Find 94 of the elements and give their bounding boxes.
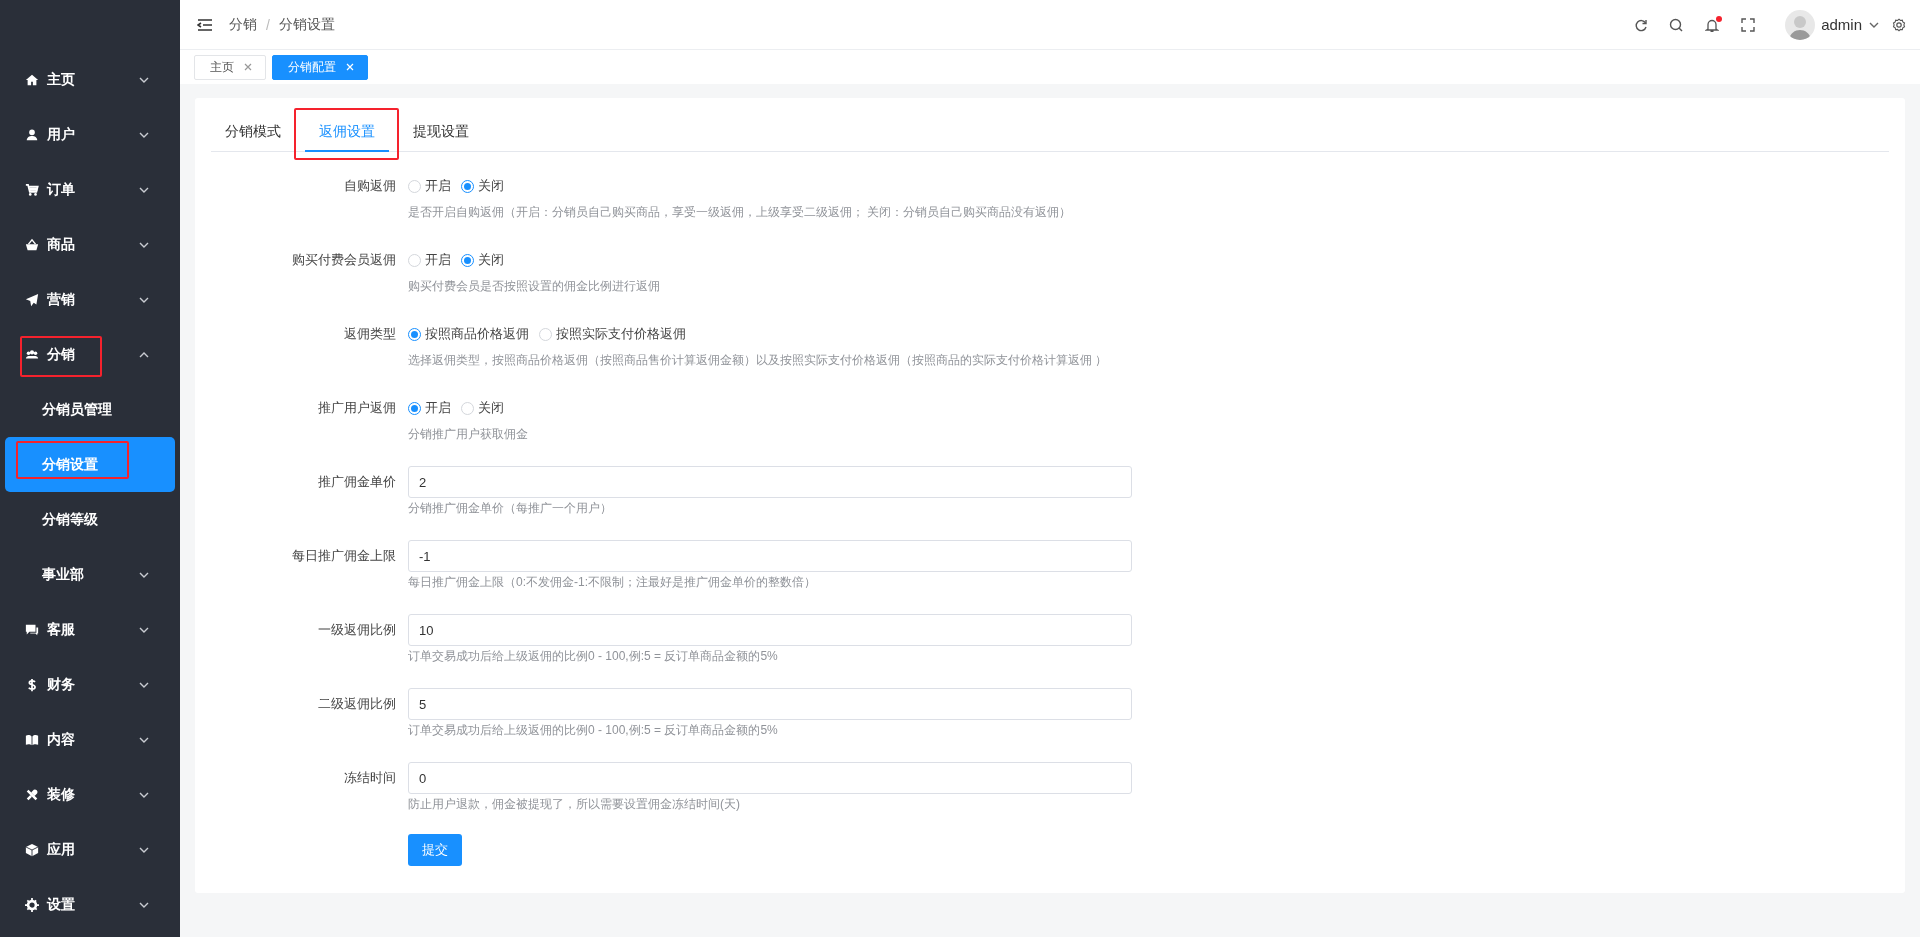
user-icon xyxy=(25,127,39,142)
input-field[interactable]: 0 xyxy=(408,762,1132,794)
help-text: 防止用户退款，佣金被提现了，所以需要设置佣金冻结时间(天) xyxy=(408,796,741,813)
help-text: 每日推广佣金上限（0:不发佣金-1:不限制；注最好是推广佣金单价的整数倍） xyxy=(408,574,817,591)
menu-label: 分销设置 xyxy=(42,455,99,474)
menu-item[interactable]: 分销等级 xyxy=(5,492,175,547)
option-label[interactable]: 关闭 xyxy=(478,177,504,195)
input-field[interactable]: 5 xyxy=(408,688,1132,720)
help-text: 选择返佣类型，按照商品价格返佣（按照商品售价计算返佣金额）以及按照实际支付价格返佣（按照商品的实际支付价格计算返佣 ） xyxy=(408,352,1109,369)
gear-icon xyxy=(25,897,39,912)
page-tab[interactable]: 主页 xyxy=(194,54,266,80)
input-field[interactable]: 2 xyxy=(408,466,1132,498)
field-label: 二级返佣比例 xyxy=(317,695,396,713)
help-text: 订单交易成功后给上级返佣的比例0 - 100,例:5 = 反订单商品金额的5% xyxy=(408,648,779,665)
settings-icon[interactable] xyxy=(1892,17,1906,32)
help-text: 订单交易成功后给上级返佣的比例0 - 100,例:5 = 反订单商品金额的5% xyxy=(408,722,779,739)
menu-label: 商品 xyxy=(47,235,76,254)
menu-fold-icon[interactable] xyxy=(197,16,213,33)
radio-option[interactable]: 关闭 xyxy=(461,399,504,417)
radio-option[interactable]: 开启 xyxy=(408,177,451,195)
tab[interactable]: 提现设置 xyxy=(399,114,483,152)
option-label[interactable]: 关闭 xyxy=(478,251,504,269)
menu-label: 装修 xyxy=(47,785,76,804)
menu-item[interactable]: 客服 xyxy=(5,602,175,657)
breadcrumb-separator: / xyxy=(266,16,270,33)
paper-plane-icon xyxy=(25,292,39,307)
menu-label: 应用 xyxy=(47,840,76,859)
menu-item[interactable]: 营销 xyxy=(5,272,175,327)
chat-icon xyxy=(25,622,39,637)
close-icon[interactable] xyxy=(243,62,253,72)
bell-icon xyxy=(1705,17,1720,32)
field-label: 每日推广佣金上限 xyxy=(291,547,396,565)
refresh-icon[interactable] xyxy=(1633,17,1648,32)
fullscreen-icon[interactable] xyxy=(1741,17,1756,32)
search-icon[interactable] xyxy=(1669,17,1684,32)
menu-label: 主页 xyxy=(47,70,76,89)
menu-label: 客服 xyxy=(47,620,76,639)
menu-label: 订单 xyxy=(47,180,76,199)
menu-item[interactable]: 内容 xyxy=(5,712,175,767)
radio-option[interactable]: 开启 xyxy=(408,251,451,269)
menu-item[interactable]: 装修 xyxy=(5,767,175,822)
menu-label: 事业部 xyxy=(42,565,85,584)
menu-label: 用户 xyxy=(47,125,76,144)
input-field[interactable]: 10 xyxy=(408,614,1132,646)
menu-item[interactable]: 分销员管理 xyxy=(5,382,175,437)
avatar[interactable] xyxy=(1785,9,1816,40)
menu-label: 设置 xyxy=(47,895,76,914)
menu-item[interactable]: 商品 xyxy=(5,217,175,272)
option-label[interactable]: 开启 xyxy=(425,399,451,417)
menu-label: 财务 xyxy=(47,675,76,694)
breadcrumb-item[interactable]: 分销设置 xyxy=(278,15,335,34)
menu-item[interactable]: 用户 xyxy=(5,107,175,162)
menu-label: 分销等级 xyxy=(42,510,99,529)
menu-label: 分销员管理 xyxy=(42,400,113,419)
option-label[interactable]: 关闭 xyxy=(478,399,504,417)
home-icon xyxy=(25,72,39,87)
menu-label: 营销 xyxy=(47,290,76,309)
radio-option[interactable]: 关闭 xyxy=(461,177,504,195)
tab[interactable]: 分销模式 xyxy=(211,114,295,152)
field-label: 自购返佣 xyxy=(343,177,396,195)
help-text: 购买付费会员是否按照设置的佣金比例进行返佣 xyxy=(408,278,661,295)
menu-item[interactable]: 订单 xyxy=(5,162,175,217)
menu-label: 内容 xyxy=(47,730,76,749)
user-name[interactable]: admin xyxy=(1821,16,1862,33)
cart-icon xyxy=(25,182,39,197)
menu-label: 分销 xyxy=(47,345,76,364)
field-label: 返佣类型 xyxy=(343,325,396,343)
field-label: 购买付费会员返佣 xyxy=(291,251,396,269)
group-icon xyxy=(25,347,39,362)
breadcrumb-item[interactable]: 分销 xyxy=(229,15,257,34)
field-label: 冻结时间 xyxy=(343,769,396,787)
book-icon xyxy=(25,732,39,747)
basket-icon xyxy=(25,237,39,252)
field-label: 推广佣金单价 xyxy=(317,473,396,491)
cube-icon xyxy=(25,842,39,857)
menu-item[interactable]: 事业部 xyxy=(5,547,175,602)
menu-item[interactable]: 应用 xyxy=(5,822,175,877)
option-label[interactable]: 开启 xyxy=(425,177,451,195)
tools-icon xyxy=(25,787,39,802)
menu-item[interactable]: 财务 xyxy=(5,657,175,712)
radio-option[interactable]: 开启 xyxy=(408,399,451,417)
help-text: 分销推广佣金单价（每推广一个用户） xyxy=(408,500,613,517)
menu-item[interactable]: 分销 xyxy=(5,327,175,382)
input-field[interactable]: -1 xyxy=(408,540,1132,572)
menu-item[interactable]: 设置 xyxy=(5,877,175,932)
option-label[interactable]: 开启 xyxy=(425,251,451,269)
help-text: 分销推广用户获取佣金 xyxy=(408,426,529,443)
menu-item[interactable]: 主页 xyxy=(5,52,175,107)
help-text: 是否开启自购返佣（开启：分销员自己购买商品，享受一级返佣，上级享受二级返佣； 关闭：分销员自己购买商品没有返佣） xyxy=(408,204,1073,221)
field-label: 推广用户返佣 xyxy=(317,399,396,417)
radio-option[interactable]: 关闭 xyxy=(461,251,504,269)
notification-button[interactable] xyxy=(1705,17,1720,32)
dollar-icon xyxy=(25,677,39,692)
field-label: 一级返佣比例 xyxy=(317,621,396,639)
